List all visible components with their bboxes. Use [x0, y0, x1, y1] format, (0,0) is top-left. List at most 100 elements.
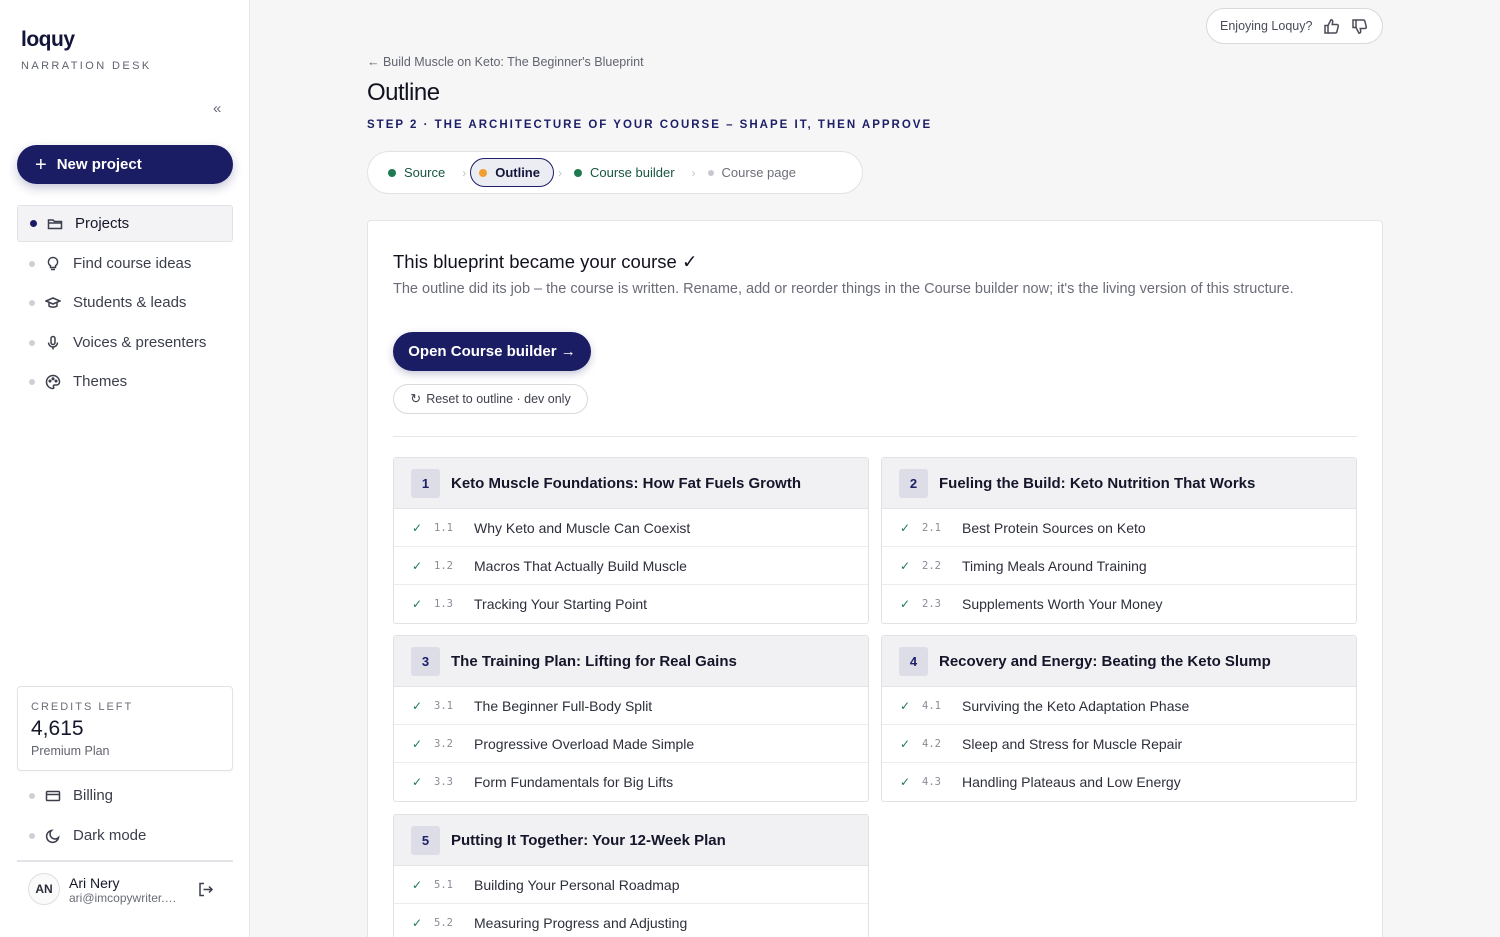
open-course-builder-button[interactable]: Open Course builder →: [393, 332, 591, 371]
moon-icon: [45, 828, 61, 844]
step-course-page[interactable]: Course page: [700, 158, 809, 187]
lesson-row[interactable]: ✓ 4.2 Sleep and Stress for Muscle Repair: [882, 725, 1356, 763]
plus-icon: +: [35, 153, 47, 176]
sidebar-item-label: Themes: [73, 373, 128, 390]
app-logo[interactable]: loquy: [21, 28, 75, 52]
check-icon: ✓: [900, 597, 911, 611]
lesson-number: 3.2: [434, 737, 453, 750]
lesson-row[interactable]: ✓ 1.2 Macros That Actually Build Muscle: [394, 547, 868, 585]
step-label: Source: [404, 165, 446, 180]
check-icon: ✓: [900, 698, 911, 713]
palette-icon: [45, 374, 61, 390]
lesson-title: Building Your Personal Roadmap: [474, 876, 680, 893]
module-number: 5: [411, 825, 440, 855]
credit-card-icon: [45, 788, 61, 804]
lesson-title: Sleep and Stress for Muscle Repair: [962, 735, 1183, 752]
lesson-row[interactable]: ✓ 2.2 Timing Meals Around Training: [882, 547, 1356, 585]
lesson-row[interactable]: ✓ 2.1 Best Protein Sources on Keto: [882, 509, 1356, 547]
lesson-number: 1.2: [434, 559, 453, 572]
lesson-title: Best Protein Sources on Keto: [962, 519, 1146, 536]
lesson-row[interactable]: ✓ 2.3 Supplements Worth Your Money: [882, 585, 1356, 623]
microphone-icon: [45, 335, 61, 351]
module-number: 1: [411, 468, 440, 498]
lesson-row[interactable]: ✓ 3.1 The Beginner Full-Body Split: [394, 687, 868, 725]
logout-icon[interactable]: [197, 881, 214, 898]
folder-icon: [47, 216, 63, 232]
module-header[interactable]: 4 Recovery and Energy: Beating the Keto …: [882, 636, 1356, 687]
outline-card: This blueprint became your course ✓ The …: [367, 220, 1383, 937]
sidebar-item-label: Billing: [73, 787, 114, 804]
lesson-number: 2.3: [922, 598, 941, 610]
sidebar-item-themes[interactable]: Themes: [17, 363, 233, 400]
credits-panel: CREDITS LEFT 4,615 Premium Plan: [17, 686, 233, 771]
collapse-sidebar-icon[interactable]: «: [213, 100, 221, 117]
lesson-title: Progressive Overload Made Simple: [474, 735, 695, 752]
module-title: Putting It Together: Your 12-Week Plan: [451, 831, 726, 849]
breadcrumb[interactable]: ← Build Muscle on Keto: The Beginner's B…: [367, 55, 644, 69]
thumbs-down-icon[interactable]: [1350, 17, 1368, 35]
lesson-row[interactable]: ✓ 1.3 Tracking Your Starting Point: [394, 585, 868, 623]
chevron-right-icon: ›: [691, 165, 696, 180]
module-title: The Training Plan: Lifting for Real Gain…: [451, 652, 737, 670]
status-dot: [479, 168, 488, 177]
lesson-title: Surviving the Keto Adaptation Phase: [962, 697, 1190, 714]
sidebar-item-find-course-ideas[interactable]: Find course ideas: [17, 245, 233, 282]
lesson-row[interactable]: ✓ 4.3 Handling Plateaus and Low Energy: [882, 763, 1356, 801]
status-dot: [573, 168, 582, 177]
app-logo-subtitle: NARRATION DESK: [21, 60, 152, 72]
lesson-row[interactable]: ✓ 3.3 Form Fundamentals for Big Lifts: [394, 763, 868, 801]
lesson-row[interactable]: ✓ 3.2 Progressive Overload Made Simple: [394, 725, 868, 763]
nav-dot: [29, 260, 35, 267]
lesson-row[interactable]: ✓ 5.2 Measuring Progress and Adjusting: [394, 904, 868, 937]
module-card: 4 Recovery and Energy: Beating the Keto …: [881, 635, 1357, 802]
thumbs-up-icon[interactable]: [1322, 17, 1340, 35]
lesson-number: 4.2: [922, 737, 941, 750]
step-label: Course builder: [589, 165, 675, 180]
credits-plan: Premium Plan: [31, 744, 110, 758]
nav-dot: [29, 299, 35, 306]
module-title: Fueling the Build: Keto Nutrition That W…: [939, 474, 1256, 492]
credits-label: CREDITS LEFT: [31, 701, 134, 713]
feedback-pill: Enjoying Loquy?: [1206, 8, 1383, 44]
sidebar-item-students-leads[interactable]: Students & leads: [17, 284, 233, 321]
status-dot: [388, 168, 396, 177]
sidebar-divider: [17, 860, 233, 862]
check-icon: ✓: [900, 775, 911, 789]
card-title: This blueprint became your course ✓: [393, 251, 698, 272]
credits-value: 4,615: [31, 717, 84, 740]
lesson-row[interactable]: ✓ 1.1 Why Keto and Muscle Can Coexist: [394, 509, 868, 547]
check-icon: ✓: [900, 520, 911, 535]
sidebar-item-label: Find course ideas: [73, 255, 192, 272]
module-card: 3 The Training Plan: Lifting for Real Ga…: [393, 635, 869, 802]
check-icon: ✓: [412, 597, 423, 611]
sidebar-item-label: Students & leads: [73, 294, 187, 311]
new-project-button[interactable]: + New project: [17, 145, 233, 184]
module-header[interactable]: 3 The Training Plan: Lifting for Real Ga…: [394, 636, 868, 687]
module-header[interactable]: 5 Putting It Together: Your 12-Week Plan: [394, 815, 868, 866]
lesson-number: 4.1: [922, 699, 941, 712]
module-header[interactable]: 2 Fueling the Build: Keto Nutrition That…: [882, 458, 1356, 509]
feedback-label: Enjoying Loquy?: [1220, 19, 1313, 33]
lesson-title: The Beginner Full-Body Split: [474, 697, 653, 714]
sidebar-item-dark-mode[interactable]: Dark mode: [17, 817, 233, 854]
sidebar-item-label: Voices & presenters: [73, 334, 207, 351]
step-source[interactable]: Source: [380, 158, 458, 187]
module-title: Keto Muscle Foundations: How Fat Fuels G…: [451, 474, 802, 492]
sidebar-item-billing[interactable]: Billing: [17, 777, 233, 814]
lesson-row[interactable]: ✓ 4.1 Surviving the Keto Adaptation Phase: [882, 687, 1356, 725]
check-icon: ✓: [412, 775, 423, 789]
step-outline[interactable]: Outline: [470, 158, 554, 187]
sidebar-item-voices-presenters[interactable]: Voices & presenters: [17, 324, 233, 361]
check-icon: ✓: [900, 736, 911, 751]
module-title: Recovery and Energy: Beating the Keto Sl…: [939, 652, 1271, 670]
lesson-row[interactable]: ✓ 5.1 Building Your Personal Roadmap: [394, 866, 868, 904]
sidebar-item-projects[interactable]: Projects: [17, 205, 233, 242]
lesson-number: 5.1: [434, 878, 453, 891]
avatar[interactable]: AN: [28, 873, 60, 905]
chevron-right-icon: ›: [557, 165, 562, 180]
module-header[interactable]: 1 Keto Muscle Foundations: How Fat Fuels…: [394, 458, 868, 509]
module-number: 4: [899, 646, 928, 676]
nav-dot: [29, 832, 35, 839]
reset-to-outline-button[interactable]: ↻ Reset to outline · dev only: [393, 384, 588, 414]
step-course-builder[interactable]: Course builder: [566, 158, 688, 187]
